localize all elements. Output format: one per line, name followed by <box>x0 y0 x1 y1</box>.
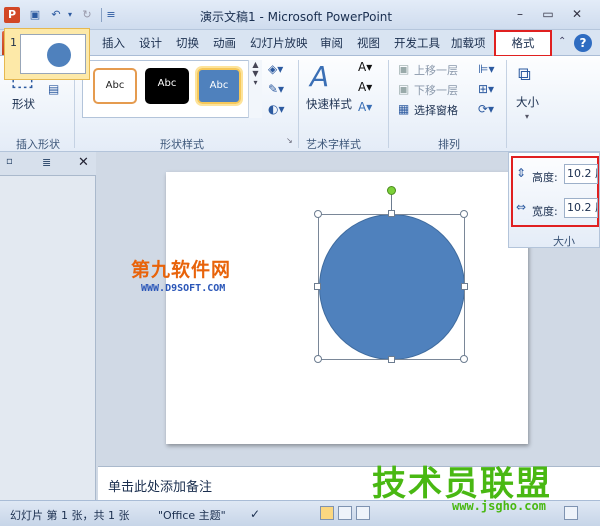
bring-forward-button: 上移一层 <box>414 64 458 77</box>
dialog-launcher-icon[interactable]: ↘ <box>286 136 293 145</box>
spellcheck-icon[interactable]: ✓ <box>250 507 260 521</box>
size-icon[interactable]: ⧉ <box>518 64 531 85</box>
selection-frame <box>318 214 465 360</box>
ribbon: ⬚ 形状 ⬡ ▤ 插入形状 Abc Abc Abc ▲▼▾ ◈▾ ✎▾ ◐▾ 形… <box>0 56 600 152</box>
height-label: 高度: <box>532 171 558 184</box>
selection-pane-button[interactable]: 选择窗格 <box>414 102 458 118</box>
tab-developer[interactable]: 开发工具 <box>394 35 440 51</box>
ribbon-tabs: 文件 开始 插入 设计 切换 动画 幻灯片放映 审阅 视图 开发工具 加载项 格… <box>0 30 600 57</box>
notes-placeholder: 单击此处添加备注 <box>108 480 213 495</box>
group-separator <box>388 60 389 148</box>
tab-format[interactable]: 格式 <box>494 30 552 57</box>
redo-icon[interactable]: ↻ <box>80 8 94 22</box>
text-box-icon[interactable]: ▤ <box>48 82 59 96</box>
tab-design[interactable]: 设计 <box>139 35 162 51</box>
slide-info: 幻灯片 第 1 张，共 1 张 <box>10 509 130 522</box>
width-icon: ⇔ <box>516 200 527 214</box>
slide-sorter-view-icon[interactable] <box>338 506 352 520</box>
size-group-label: 大小 <box>553 235 575 248</box>
fit-to-window-icon[interactable] <box>564 506 578 520</box>
tab-slideshow[interactable]: 幻灯片放映 <box>250 35 308 51</box>
watermark-logo-2: 技术员联盟 <box>372 464 552 504</box>
resize-handle-s[interactable] <box>388 356 395 363</box>
selection-pane-icon[interactable]: ▦ <box>398 102 409 116</box>
style-sample-dark[interactable]: Abc <box>145 68 189 104</box>
restore-icon[interactable]: ▭ <box>537 5 559 23</box>
slides-pane: ▫ ≣ ✕ <box>0 152 96 500</box>
rotate-icon[interactable]: ⟳▾ <box>478 102 494 116</box>
customize-icon[interactable]: ≡ <box>104 8 118 22</box>
tab-transitions[interactable]: 切换 <box>176 35 199 51</box>
text-outline-icon[interactable]: A▾ <box>358 80 372 94</box>
insert-shapes-group-label: 插入形状 <box>16 138 60 151</box>
send-backward-button: 下移一层 <box>414 84 458 97</box>
resize-handle-se[interactable] <box>460 355 468 363</box>
window-title: 演示文稿1 - Microsoft PowerPoint <box>200 10 393 24</box>
undo-dropdown-icon[interactable]: ▾ <box>63 8 77 22</box>
resize-handle-n[interactable] <box>388 210 395 217</box>
resize-handle-nw[interactable] <box>314 210 322 218</box>
watermark-url-2: www.jsgho.com <box>452 499 546 513</box>
text-effects-icon[interactable]: A▾ <box>358 100 372 114</box>
shape-outline-icon[interactable]: ✎▾ <box>268 82 284 96</box>
text-fill-icon[interactable]: A▾ <box>358 60 372 74</box>
resize-handle-ne[interactable] <box>460 210 468 218</box>
close-icon[interactable]: ✕ <box>566 5 588 23</box>
wordart-group-label: 艺术字样式 <box>306 138 361 151</box>
undo-icon[interactable]: ↶ <box>49 8 63 22</box>
title-bar: P ▣ ↶ ▾ ↻ ≡ 演示文稿1 - Microsoft PowerPoint… <box>0 0 600 30</box>
resize-handle-e[interactable] <box>461 283 468 290</box>
slide-number: 1 <box>10 36 17 49</box>
shapes-button[interactable]: 形状 <box>12 96 35 112</box>
style-sample-selected[interactable]: Abc <box>195 66 243 106</box>
bring-forward-icon: ▣ <box>398 62 410 76</box>
reading-view-icon[interactable] <box>356 506 370 520</box>
resize-handle-w[interactable] <box>314 283 321 290</box>
wordart-quickstyle-icon[interactable]: A <box>310 60 329 93</box>
minimize-ribbon-icon[interactable]: ⌃ <box>558 36 566 47</box>
rotation-handle[interactable] <box>387 186 396 195</box>
group-separator <box>506 60 507 148</box>
group-separator <box>298 60 299 148</box>
close-pane-icon[interactable]: ✕ <box>78 155 89 170</box>
height-icon: ⇕ <box>516 166 527 180</box>
tab-insert[interactable]: 插入 <box>102 35 125 51</box>
send-backward-icon: ▣ <box>398 82 410 96</box>
outline-tab-icon[interactable]: ≣ <box>42 156 51 169</box>
tab-view[interactable]: 视图 <box>357 35 380 51</box>
shape-styles-group-label: 形状样式 <box>160 138 204 151</box>
thumbnail-circle <box>47 43 71 67</box>
powerpoint-app-icon[interactable]: P <box>4 7 20 23</box>
width-input[interactable]: 10.2 厘 <box>564 198 598 218</box>
tab-animations[interactable]: 动画 <box>213 35 236 51</box>
size-button[interactable]: 大小 <box>516 94 539 110</box>
qat-separator <box>101 8 102 22</box>
chevron-down-icon[interactable]: ▾ <box>525 112 529 121</box>
tab-review[interactable]: 审阅 <box>320 35 343 51</box>
group-objects-icon[interactable]: ⊞▾ <box>478 82 494 96</box>
height-input[interactable]: 10.2 厘 <box>564 164 598 184</box>
arrange-group-label: 排列 <box>438 138 460 151</box>
theme-name[interactable]: "Office 主题" <box>158 507 226 523</box>
resize-handle-sw[interactable] <box>314 355 322 363</box>
pane-tabs: ▫ ≣ ✕ <box>0 152 96 176</box>
watermark-logo: 第九软件网 <box>131 259 232 281</box>
width-label: 宽度: <box>532 205 558 218</box>
shape-fill-icon[interactable]: ◈▾ <box>268 62 283 76</box>
watermark-url: WWW.D9SOFT.COM <box>141 283 226 294</box>
save-icon[interactable]: ▣ <box>28 8 42 22</box>
help-icon[interactable]: ? <box>574 34 592 52</box>
tab-addins[interactable]: 加载项 <box>451 35 486 51</box>
align-icon[interactable]: ⊫▾ <box>478 62 494 76</box>
style-sample-outline[interactable]: Abc <box>93 68 137 104</box>
shape-effects-icon[interactable]: ◐▾ <box>268 102 285 116</box>
slides-tab-icon[interactable]: ▫ <box>6 156 13 167</box>
quick-styles-button[interactable]: 快速样式 <box>306 96 352 112</box>
gallery-scrollbar[interactable]: ▲ ▼ ▾ <box>248 60 262 118</box>
minimize-icon[interactable]: – <box>509 5 531 23</box>
normal-view-icon[interactable] <box>320 506 334 520</box>
